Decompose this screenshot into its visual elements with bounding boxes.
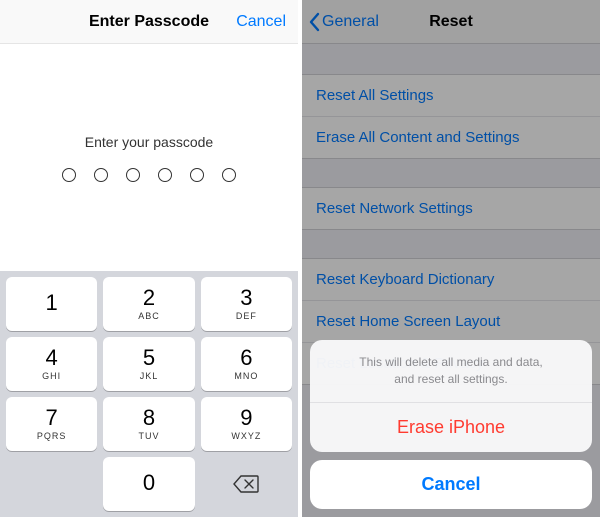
key-letters: MNO xyxy=(234,371,258,381)
backspace-icon xyxy=(233,474,259,494)
key-letters: GHI xyxy=(42,371,61,381)
key-number: 4 xyxy=(46,347,58,369)
key-letters: WXYZ xyxy=(231,431,261,441)
key-number: 8 xyxy=(143,407,155,429)
key-number: 2 xyxy=(143,287,155,309)
reset-screen: General Reset Reset All Settings Erase A… xyxy=(302,0,600,517)
passcode-screen: Enter Passcode Cancel Enter your passcod… xyxy=(0,0,298,517)
cancel-button[interactable]: Cancel xyxy=(236,0,286,44)
passcode-dot xyxy=(94,168,108,182)
key-backspace[interactable] xyxy=(201,457,292,511)
erase-iphone-button[interactable]: Erase iPhone xyxy=(310,402,592,452)
action-sheet-message-line: This will delete all media and data, xyxy=(330,354,572,371)
key-0[interactable]: 0 xyxy=(103,457,194,511)
key-number: 7 xyxy=(46,407,58,429)
key-2[interactable]: 2 ABC xyxy=(103,277,194,331)
key-8[interactable]: 8 TUV xyxy=(103,397,194,451)
key-7[interactable]: 7 PQRS xyxy=(6,397,97,451)
key-letters: JKL xyxy=(140,371,159,381)
key-letters: DEF xyxy=(236,311,257,321)
passcode-dot xyxy=(190,168,204,182)
action-sheet-block: This will delete all media and data, and… xyxy=(310,340,592,452)
action-sheet-cancel-button[interactable]: Cancel xyxy=(310,460,592,509)
key-number: 3 xyxy=(240,287,252,309)
key-number: 5 xyxy=(143,347,155,369)
key-9[interactable]: 9 WXYZ xyxy=(201,397,292,451)
passcode-dot xyxy=(126,168,140,182)
passcode-dots xyxy=(62,168,236,182)
key-number: 6 xyxy=(240,347,252,369)
passcode-dot xyxy=(158,168,172,182)
passcode-header: Enter Passcode Cancel xyxy=(0,0,298,44)
key-number: 9 xyxy=(240,407,252,429)
key-3[interactable]: 3 DEF xyxy=(201,277,292,331)
key-number: 1 xyxy=(46,292,58,314)
key-6[interactable]: 6 MNO xyxy=(201,337,292,391)
action-sheet-message: This will delete all media and data, and… xyxy=(310,340,592,402)
key-5[interactable]: 5 JKL xyxy=(103,337,194,391)
key-letters: TUV xyxy=(138,431,159,441)
key-number: 0 xyxy=(143,472,155,494)
passcode-dot xyxy=(222,168,236,182)
passcode-prompt: Enter your passcode xyxy=(85,134,213,150)
passcode-title: Enter Passcode xyxy=(89,13,209,31)
key-letters: PQRS xyxy=(37,431,67,441)
action-sheet-message-line: and reset all settings. xyxy=(330,371,572,388)
key-4[interactable]: 4 GHI xyxy=(6,337,97,391)
key-1[interactable]: 1 xyxy=(6,277,97,331)
key-letters: ABC xyxy=(138,311,160,321)
number-keypad: 1 2 ABC 3 DEF 4 GHI 5 JKL 6 MNO 7 PQRS 8 xyxy=(0,271,298,517)
passcode-body: Enter your passcode xyxy=(0,44,298,271)
passcode-dot xyxy=(62,168,76,182)
action-sheet: This will delete all media and data, and… xyxy=(310,340,592,509)
key-blank xyxy=(6,457,97,511)
